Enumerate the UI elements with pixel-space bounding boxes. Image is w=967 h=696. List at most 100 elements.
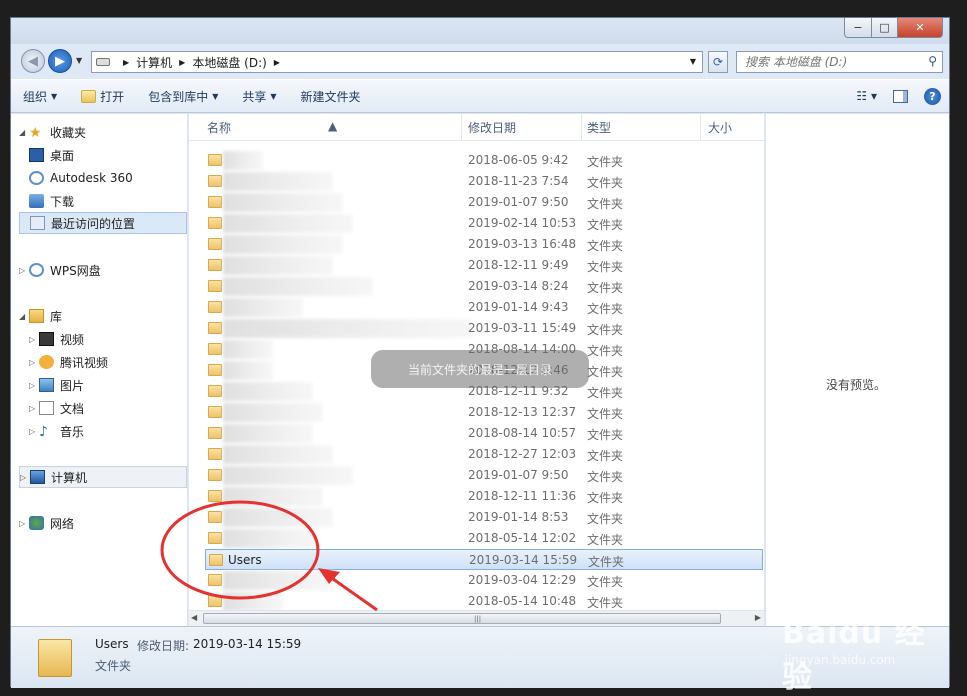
file-modified: 2019-03-11 15:49 [468,321,577,335]
share-label: 共享 [242,89,267,104]
search-icon[interactable]: ⚲ [928,54,937,68]
new-folder-button[interactable]: 新建文件夹 [289,80,373,112]
folder-icon [208,574,222,586]
table-row[interactable]: 2019-03-13 16:48 文件夹 [205,234,763,255]
file-type: 文件夹 [587,449,624,463]
expand-arrow-icon[interactable]: ▷ [29,335,39,344]
table-row[interactable]: 2018-11-23 7:54 文件夹 [205,171,763,192]
folder-icon [208,154,222,166]
sidebar-item-computer[interactable]: ▷ 计算机 [19,466,187,488]
preview-pane-icon[interactable] [893,89,908,103]
chevron-down-icon: ▼ [51,91,58,101]
help-icon[interactable]: ? [924,87,941,105]
sidebar-item-desktop[interactable]: 桌面 [29,144,74,166]
sidebar-item-recent[interactable]: 最近访问的位置 [19,212,187,234]
maximize-button[interactable]: □ [871,18,898,38]
chevron-down-icon: ▼ [212,91,219,101]
table-row[interactable]: 2018-05-14 10:48 文件夹 [205,591,763,612]
table-row[interactable]: 2018-08-14 10:57 文件夹 [205,423,763,444]
expand-arrow-icon[interactable]: ▷ [20,473,30,482]
address-dropdown-icon[interactable]: ▼ [690,57,696,66]
column-type[interactable]: 类型 [587,119,611,136]
sidebar-item-videos[interactable]: ▷ 视频 [29,328,84,350]
blurred-file-name [223,571,333,590]
address-bar[interactable]: ▶ 计算机 ▶ 本地磁盘 (D:) ▶ ▼ [91,51,703,73]
file-modified: 2018-12-11 9:49 [468,258,569,272]
horizontal-scrollbar[interactable]: ◀ ||| ▶ [189,610,764,626]
search-box[interactable]: ⚲ [736,51,943,73]
breadcrumb-separator-icon[interactable]: ▶ [179,58,185,67]
sidebar-item-label: 腾讯视频 [60,355,109,370]
sidebar-item-libraries[interactable]: ◢ 库 [19,305,62,327]
file-type: 文件夹 [587,407,624,421]
scrollbar-thumb[interactable]: ||| [203,613,721,624]
breadcrumb-local-disk[interactable]: 本地磁盘 (D:) [192,54,266,71]
column-modified[interactable]: 修改日期 [468,119,516,136]
expand-arrow-icon[interactable]: ▷ [29,404,39,413]
sidebar-item-label: 收藏夹 [50,125,87,140]
refresh-button[interactable]: ⟳ [708,51,728,73]
table-row[interactable]: 2019-03-04 12:29 文件夹 [205,570,763,591]
folder-icon [208,448,222,460]
expand-arrow-icon[interactable]: ▷ [19,266,29,275]
back-button[interactable]: ◀ [21,49,45,73]
search-input[interactable] [737,52,912,72]
table-row[interactable]: 2018-06-05 9:42 文件夹 [205,150,763,171]
expand-arrow-icon[interactable]: ▷ [29,358,39,367]
file-modified: 2019-01-07 9:50 [468,468,569,482]
breadcrumb-separator-icon[interactable]: ▶ [274,58,280,67]
title-bar: − □ ✕ [11,18,949,44]
sidebar-item-network[interactable]: ▷ 网络 [19,512,74,534]
column-name[interactable]: 名称 [207,119,231,136]
table-row[interactable]: 2018-12-27 12:03 文件夹 [205,444,763,465]
table-row[interactable]: 2019-03-11 15:49 文件夹 [205,318,763,339]
sidebar-item-pictures[interactable]: ▷ 图片 [29,374,84,396]
expand-arrow-icon[interactable]: ▷ [29,427,39,436]
column-size[interactable]: 大小 [708,119,732,136]
collapse-arrow-icon[interactable]: ◢ [19,312,29,321]
table-row[interactable]: 2018-12-11 9:49 文件夹 [205,255,763,276]
expand-arrow-icon[interactable]: ▷ [29,381,39,390]
sidebar-item-wps[interactable]: ▷ WPS网盘 [19,259,101,281]
sidebar-item-music[interactable]: ▷ ♪ 音乐 [29,420,84,442]
sidebar-item-downloads[interactable]: 下载 [29,190,74,212]
table-row[interactable]: 2018-05-14 12:02 文件夹 [205,528,763,549]
table-row[interactable]: 2019-01-14 8:53 文件夹 [205,507,763,528]
collapse-arrow-icon[interactable]: ◢ [19,128,29,137]
folder-icon [38,639,72,677]
view-options-icon[interactable]: ☷ ▾ [856,89,877,103]
breadcrumb-separator-icon[interactable]: ▶ [123,58,129,67]
breadcrumb-computer[interactable]: 计算机 [136,54,172,71]
sidebar-item-documents[interactable]: ▷ 文档 [29,397,84,419]
table-row[interactable]: 2019-01-07 9:50 文件夹 [205,192,763,213]
blurred-file-name [223,193,343,212]
sidebar-item-tencent-video[interactable]: ▷ 腾讯视频 [29,351,108,373]
blurred-file-name [223,508,333,527]
share-button[interactable]: 共享 ▼ [230,80,288,112]
sidebar-item-favorites[interactable]: ◢ ★ 收藏夹 [19,121,86,143]
table-row[interactable]: 2018-12-11 11:36 文件夹 [205,486,763,507]
scroll-left-icon[interactable]: ◀ [191,613,197,622]
folder-icon [208,175,222,187]
table-row[interactable]: 2019-02-14 10:53 文件夹 [205,213,763,234]
folder-icon [208,238,222,250]
sidebar-item-autodesk[interactable]: Autodesk 360 [29,167,133,189]
file-modified: 2018-08-14 10:57 [468,426,577,440]
expand-arrow-icon[interactable]: ▷ [19,519,29,528]
table-row[interactable]: 2019-01-07 9:50 文件夹 [205,465,763,486]
preview-pane: 没有预览。 [765,114,949,626]
table-row[interactable]: 2018-12-13 12:37 文件夹 [205,402,763,423]
minimize-button[interactable]: − [844,18,872,38]
organize-button[interactable]: 组织 ▼ [11,80,69,112]
table-row-selected[interactable]: Users 2019-03-14 15:59 文件夹 [205,549,763,570]
forward-button[interactable]: ▶ [48,49,72,73]
close-button[interactable]: ✕ [897,18,943,38]
include-in-library-button[interactable]: 包含到库中 ▼ [136,80,230,112]
open-button[interactable]: 打开 [69,80,136,112]
file-modified: 2019-01-14 9:43 [468,300,569,314]
table-row[interactable]: 2019-01-14 9:43 文件夹 [205,297,763,318]
table-row[interactable]: 2019-03-14 8:24 文件夹 [205,276,763,297]
recent-pages-dropdown-icon[interactable]: ▼ [76,56,82,65]
music-icon: ♪ [39,424,48,440]
details-modified-value: 2019-03-14 15:59 [193,637,302,651]
